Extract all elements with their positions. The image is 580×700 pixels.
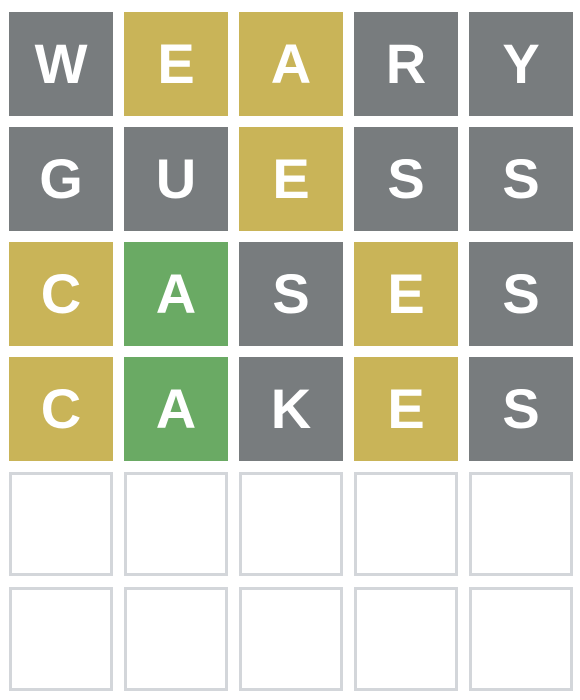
tile-r1-c4: R (354, 12, 458, 116)
tile-r1-c3: A (239, 12, 343, 116)
tile-r2-c4: S (354, 127, 458, 231)
tile-r1-c1: W (9, 12, 113, 116)
tile-r6-c1 (9, 587, 113, 691)
tile-r2-c3: E (239, 127, 343, 231)
tile-r6-c5 (469, 587, 573, 691)
tile-r2-c5: S (469, 127, 573, 231)
tile-r6-c4 (354, 587, 458, 691)
tile-r3-c4: E (354, 242, 458, 346)
tile-r2-c1: G (9, 127, 113, 231)
tile-r3-c5: S (469, 242, 573, 346)
tile-r4-c3: K (239, 357, 343, 461)
tile-r3-c3: S (239, 242, 343, 346)
game-board: WEARYGUESSCASESCAKES (9, 12, 573, 691)
tile-r1-c5: Y (469, 12, 573, 116)
tile-r3-c2: A (124, 242, 228, 346)
tile-r5-c5 (469, 472, 573, 576)
tile-r6-c3 (239, 587, 343, 691)
tile-r6-c2 (124, 587, 228, 691)
tile-r5-c3 (239, 472, 343, 576)
tile-r3-c1: C (9, 242, 113, 346)
tile-r2-c2: U (124, 127, 228, 231)
tile-r4-c2: A (124, 357, 228, 461)
tile-r4-c1: C (9, 357, 113, 461)
tile-r1-c2: E (124, 12, 228, 116)
tile-r4-c5: S (469, 357, 573, 461)
tile-r4-c4: E (354, 357, 458, 461)
tile-r5-c4 (354, 472, 458, 576)
tile-r5-c1 (9, 472, 113, 576)
tile-r5-c2 (124, 472, 228, 576)
